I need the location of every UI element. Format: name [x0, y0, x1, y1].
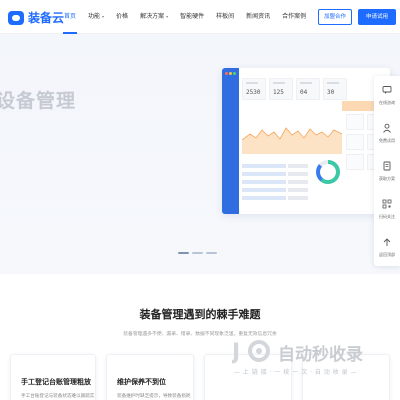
mockup-list: [242, 164, 312, 204]
float-item-scan-follow[interactable]: 扫码关注: [374, 192, 400, 228]
watermark: J 自动秒收录 — 上 链 接 · 一 统 一 次 · 自 动 收 录 —: [232, 336, 382, 380]
dashboard-mockup: 2530 125 04 30: [222, 68, 390, 214]
carousel-dot[interactable]: [206, 252, 217, 254]
nav-item[interactable]: 解决方案 ▾: [134, 0, 174, 34]
float-item-label: 扫码关注: [379, 214, 395, 219]
hero-banner: 设备管理 2530 125 04 30: [0, 34, 400, 274]
carousel-dot[interactable]: [178, 252, 189, 254]
watermark-text: 自动秒收录: [278, 345, 363, 365]
nav-item[interactable]: 样板间: [210, 0, 240, 34]
apply-trial-button[interactable]: 申请试用: [358, 9, 396, 25]
card-description: 装备维护时缺乏提示，导致装备损耗: [117, 394, 191, 399]
nav-item-label: 合作案例: [282, 13, 307, 20]
nav-item-label: 首页: [64, 13, 77, 20]
stat-card: 30: [323, 78, 347, 100]
nav-item[interactable]: 合作案例: [276, 0, 312, 34]
chat-icon: [382, 86, 392, 94]
chevron-down-icon: ▾: [102, 14, 105, 19]
float-item-back-to-top[interactable]: 返回顶部: [374, 230, 400, 266]
floating-service-bar: 在线咨询 免费试用 获取方案 扫码关注 返回顶部: [374, 76, 400, 266]
float-item-label: 返回顶部: [379, 252, 395, 257]
nav-item-label: 样板间: [216, 13, 235, 20]
nav-item[interactable]: 首页: [58, 0, 82, 34]
problem-card[interactable]: 维护保养不到位 装备维护时缺乏提示，导致装备损耗: [106, 354, 194, 400]
brand-logo[interactable]: 装备云: [8, 9, 64, 26]
mockup-sidebar: [222, 68, 239, 214]
svg-text:J: J: [232, 340, 240, 364]
problem-card[interactable]: 手工登记台账管理粗放 手工台账登记与装备状态难以跟踪实: [10, 354, 96, 400]
user-icon: [383, 123, 391, 133]
document-icon: [383, 161, 391, 171]
nav-item-label: 价格: [116, 13, 129, 20]
window-dot-icon: [225, 72, 228, 75]
logo-icon: [8, 10, 24, 25]
float-item-get-solution[interactable]: 获取方案: [374, 154, 400, 190]
section-title: 装备管理遇到的棘手难题: [139, 308, 261, 321]
donut-chart: [316, 160, 340, 184]
nav-item[interactable]: 新闻资讯: [240, 0, 276, 34]
float-item-label: 获取方案: [379, 176, 395, 181]
main-nav: 首页 功能 ▾ 价格 解决方案 ▾ 智能硬件 样板间 新闻资讯 合作案例: [58, 0, 312, 34]
card-title: 手工登记台账管理粗放: [21, 378, 91, 386]
stat-card: 125: [269, 78, 293, 100]
stat-value: 2530: [246, 89, 261, 96]
stat-value: 04: [300, 89, 308, 96]
window-dot-icon: [233, 72, 236, 75]
nav-item[interactable]: 智能硬件: [174, 0, 210, 34]
stat-value: 30: [327, 89, 335, 96]
hero-title: 设备管理: [0, 90, 77, 112]
stat-cards: 2530 125 04 30: [242, 78, 347, 100]
chevron-down-icon: ▾: [166, 14, 169, 19]
card-title: 维护保养不到位: [117, 378, 166, 386]
card-description: 手工台账登记与装备状态难以跟踪实: [21, 394, 95, 399]
window-dot-icon: [229, 72, 232, 75]
arrow-up-icon: [383, 238, 391, 246]
carousel-indicators: [178, 252, 217, 254]
nav-item-label: 智能硬件: [180, 13, 205, 20]
watermark-logo-icon: J: [232, 340, 270, 364]
trend-area-chart: [242, 127, 342, 154]
float-item-free-trial[interactable]: 免费试用: [374, 116, 400, 152]
watermark-subtext: — 上 链 接 · 一 统 一 次 · 自 动 收 录 —: [234, 369, 358, 376]
float-item-label: 在线咨询: [379, 100, 395, 105]
nav-item-label: 解决方案: [140, 13, 165, 20]
stat-value: 125: [273, 89, 284, 96]
nav-item[interactable]: 价格: [110, 0, 134, 34]
nav-item-label: 新闻资讯: [246, 13, 271, 20]
top-navbar: 装备云 首页 功能 ▾ 价格 解决方案 ▾ 智能硬件 样板间 新闻资讯 合作案例 加盟合作 申请试…: [0, 0, 400, 34]
qrcode-icon: [382, 199, 392, 209]
float-item-consult[interactable]: 在线咨询: [374, 78, 400, 114]
float-item-label: 免费试用: [379, 138, 395, 143]
nav-item-label: 功能: [88, 13, 101, 20]
stat-card: 2530: [242, 78, 266, 100]
stat-card: 04: [296, 78, 320, 100]
join-cooperation-button[interactable]: 加盟合作: [318, 9, 352, 25]
carousel-dot[interactable]: [192, 252, 203, 254]
nav-item[interactable]: 功能 ▾: [82, 0, 110, 34]
